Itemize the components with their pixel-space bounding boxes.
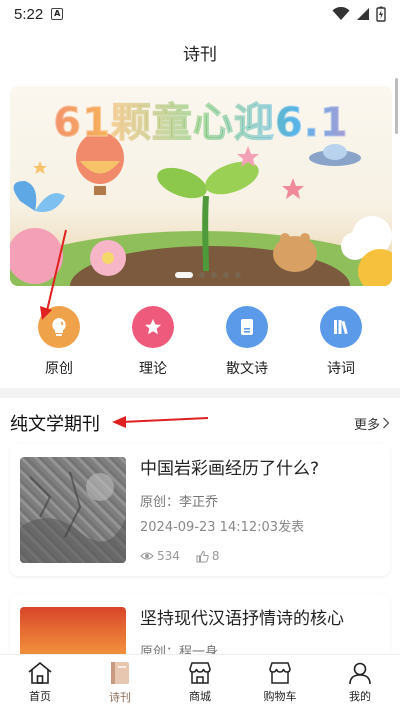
status-time: 5:22: [14, 5, 44, 23]
wifi-icon: [332, 7, 350, 20]
banner-carousel[interactable]: 61颗童心迎6.1: [10, 86, 392, 286]
article-title: 坚持现代汉语抒情诗的核心: [140, 609, 344, 629]
section-title: 纯文学期刊: [10, 414, 100, 435]
article-stats: 534 8: [140, 549, 319, 563]
article-card[interactable]: 坚持现代汉语抒情诗的核心 原创：程一身: [10, 594, 390, 654]
more-link[interactable]: 更多: [354, 414, 390, 433]
cart-store-icon: [269, 662, 291, 684]
battery-icon: [376, 6, 386, 22]
nav-home[interactable]: 首页: [0, 655, 80, 710]
nav-cart[interactable]: 购物车: [240, 655, 320, 710]
carousel-dot: [235, 272, 241, 278]
article-card[interactable]: 中国岩彩画经历了什么? 原创：李正乔 2024-09-23 14:12:03发表…: [10, 444, 390, 576]
scrollbar[interactable]: [395, 78, 398, 134]
nav-label: 我的: [349, 690, 371, 703]
signal-icon: [357, 8, 369, 20]
category-prose-poetry[interactable]: 散文诗: [207, 306, 287, 378]
article-thumbnail: [20, 457, 126, 563]
lightbulb-icon: [38, 306, 80, 348]
category-classical-poetry[interactable]: 诗词: [301, 306, 381, 378]
book-icon: [111, 662, 129, 684]
chevron-right-icon: [383, 417, 390, 429]
books-icon: [320, 306, 362, 348]
star-icon: [132, 306, 174, 348]
document-icon: [226, 306, 268, 348]
status-bar: 5:22 A: [0, 0, 400, 28]
category-label: 散文诗: [226, 361, 268, 377]
section-header: 纯文学期刊 更多: [0, 398, 400, 448]
article-author: 原创：李正乔: [140, 495, 219, 510]
nav-mall[interactable]: 商城: [160, 655, 240, 710]
nav-poetry[interactable]: 诗刊: [80, 655, 160, 710]
article-thumbnail: [20, 607, 126, 654]
nav-profile[interactable]: 我的: [320, 655, 400, 710]
banner-title: 61颗童心迎6.1: [10, 90, 392, 148]
carousel-indicator: [175, 272, 241, 278]
nav-label: 商城: [189, 690, 211, 703]
top-card: 61颗童心迎6.1 原创 理论 散文诗 诗词: [0, 76, 400, 388]
eye-icon: [140, 552, 154, 560]
page-title: 诗刊: [183, 44, 217, 65]
nav-label: 诗刊: [109, 691, 131, 704]
carousel-dot: [211, 272, 217, 278]
thumbs-up-icon: [196, 550, 209, 562]
likes-count: 8: [211, 549, 220, 563]
likes-stat[interactable]: 8: [196, 549, 220, 563]
article-title: 中国岩彩画经历了什么?: [140, 459, 320, 479]
carousel-dot: [223, 272, 229, 278]
article-body: 坚持现代汉语抒情诗的核心 原创：程一身: [140, 607, 344, 654]
nav-label: 购物车: [263, 690, 297, 703]
article-body: 中国岩彩画经历了什么? 原创：李正乔 2024-09-23 14:12:03发表…: [140, 457, 319, 563]
category-theory[interactable]: 理论: [113, 306, 193, 378]
category-grid: 原创 理论 散文诗 诗词: [10, 306, 390, 378]
main-content[interactable]: 61颗童心迎6.1 原创 理论 散文诗 诗词 纯文学期刊 更多 中国岩彩画经历了…: [0, 76, 400, 654]
home-icon: [28, 661, 52, 684]
notification-a-icon: A: [51, 8, 64, 20]
views-count: 534: [157, 549, 180, 563]
title-bar: 诗刊: [0, 28, 400, 76]
category-label: 原创: [45, 361, 73, 377]
category-label: 理论: [139, 361, 167, 377]
category-label: 诗词: [327, 361, 355, 377]
carousel-dot-active: [175, 272, 193, 278]
category-original[interactable]: 原创: [19, 306, 99, 378]
more-label: 更多: [353, 417, 380, 433]
shop-icon: [189, 662, 211, 684]
article-date: 2024-09-23 14:12:03发表: [140, 520, 305, 535]
views-stat: 534: [140, 549, 180, 563]
article-author: 原创：程一身: [140, 645, 219, 654]
user-icon: [349, 662, 371, 685]
bottom-nav: 首页 诗刊 商城 购物车 我的: [0, 654, 400, 710]
carousel-dot: [199, 272, 205, 278]
nav-label: 首页: [29, 690, 51, 703]
